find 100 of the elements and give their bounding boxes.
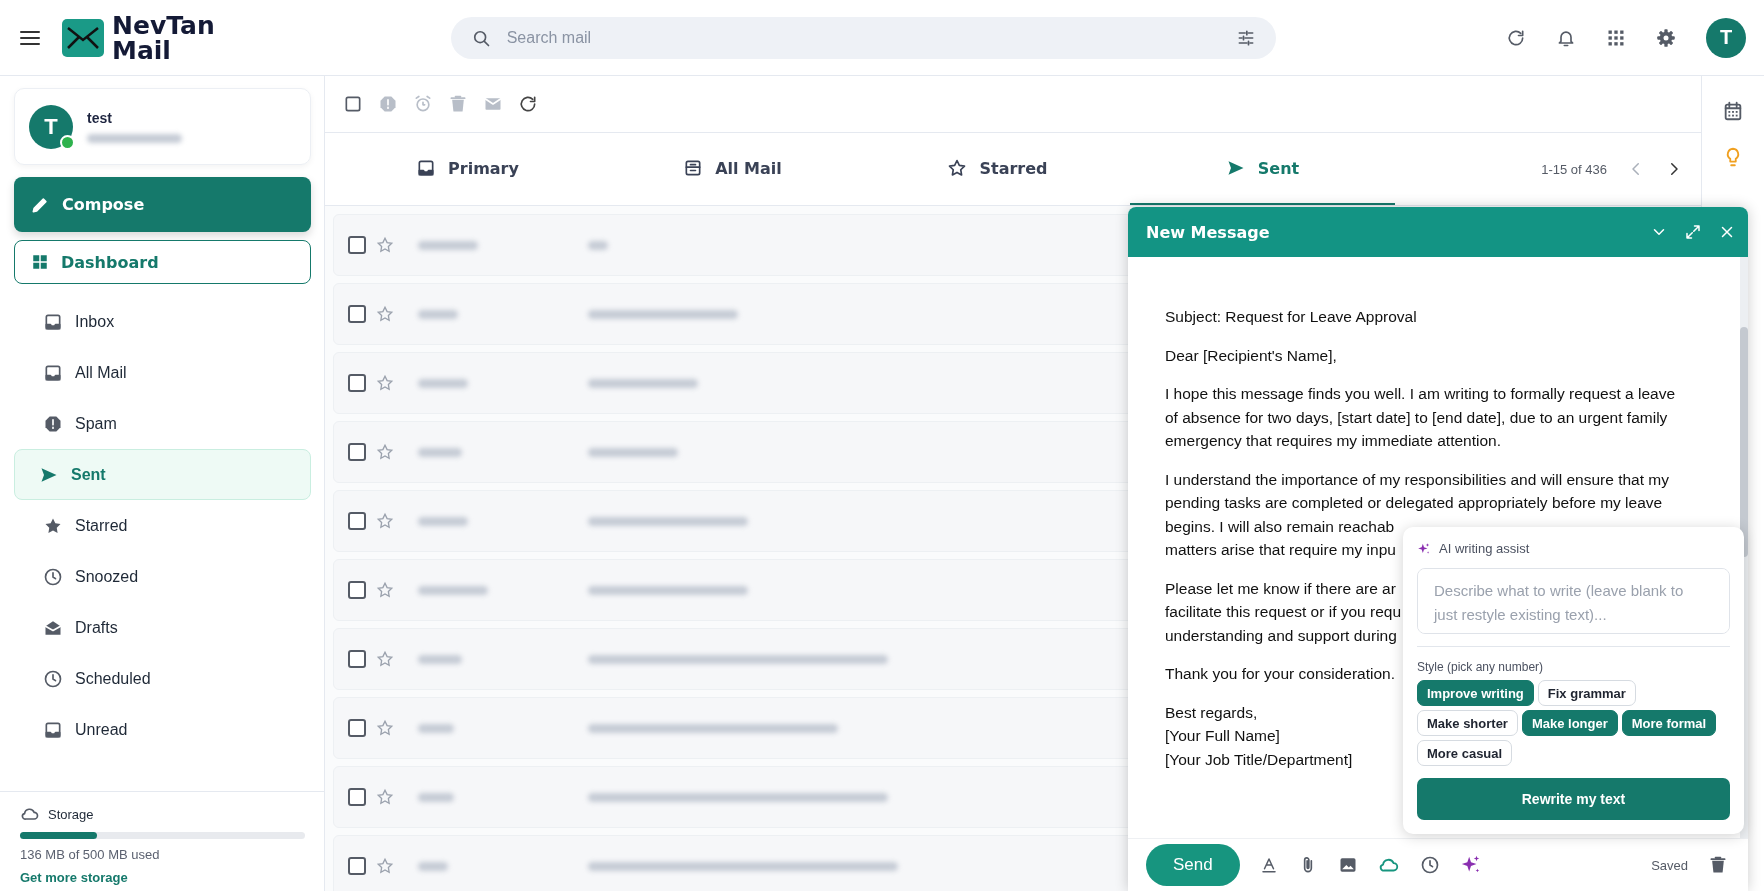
message-text: begins. I will also remain reachab [1165,516,1395,537]
storage-link[interactable]: Get more storage [20,870,304,885]
checkbox-icon[interactable] [343,94,363,114]
sidebar-item[interactable]: Scheduled [14,653,311,704]
storage-title: Storage [48,806,94,822]
sidebar-item[interactable]: Spam [14,398,311,449]
checkbox[interactable] [348,443,366,461]
grid-icon [31,253,49,271]
style-chip[interactable]: Fix grammar [1537,680,1636,706]
rewrite-button[interactable]: Rewrite my text [1417,778,1730,820]
checkbox[interactable] [348,857,366,875]
checkbox[interactable] [348,650,366,668]
star-icon[interactable] [376,719,394,737]
expand-icon[interactable] [1684,223,1702,241]
star-icon[interactable] [376,650,394,668]
archive-icon [683,158,704,178]
message-text: facilitate this request or if you requ [1165,602,1402,622]
search-bar[interactable]: Search mail [450,16,1276,59]
checkbox[interactable] [348,305,366,323]
message-text: emergency that requires my immediate attention. [1165,431,1501,451]
message-text: of absence for two days, [start date] to [end date], due to an urgent family [1165,407,1668,428]
tab[interactable]: All Mail [600,133,865,205]
tray-icon [416,158,437,178]
search-field[interactable]: Search mail [504,27,1222,48]
style-chip[interactable]: Improve writing [1417,680,1534,706]
star-icon[interactable] [376,512,394,530]
sidebar-item[interactable]: Unread [14,704,311,755]
brand-name: NevTan [112,12,215,38]
storage-usage: 136 MB of 500 MB used [20,847,161,862]
prompt-field[interactable]: Describe what to write (leave blank to just restyle existing text)... [1417,568,1730,634]
star-icon[interactable] [376,305,394,323]
tab[interactable]: Primary [335,133,600,205]
tab[interactable]: Starred [865,133,1130,205]
style-chip[interactable]: Make longer [1521,710,1618,736]
message-text: Dear [Recipient's Name], [1165,345,1337,366]
clock-icon[interactable] [1419,855,1440,875]
blurred-sender [418,585,488,595]
clock-icon [43,566,63,587]
message-text: I hope this message finds you well. I am writing to formally request a leave [1165,384,1676,404]
message-text: [Your Full Name] [1165,726,1280,746]
blurred-sender [418,378,468,388]
sidebar-item[interactable]: Inbox [14,296,311,347]
style-label: Style (pick any number) [1417,660,1545,674]
account-name: test [87,110,113,126]
message-text: I understand the importance of my responsibilities and will ensure that my [1165,469,1669,490]
style-chip[interactable]: More formal [1621,710,1717,736]
scrollbar[interactable] [1740,327,1748,557]
message-text: Please let me know if there are ar [1165,578,1396,599]
style-chip[interactable]: Make shorter [1417,710,1518,736]
message-text: pending tasks are completed or delegated appropriately before my leave [1165,493,1663,513]
sidebar-item[interactable]: All Mail [14,347,311,398]
sparkle-icon [1417,541,1431,556]
star-icon[interactable] [376,443,394,461]
blurred-sender [418,447,462,457]
checkbox[interactable] [348,374,366,392]
blurred-sender [418,792,454,802]
text-format-icon[interactable] [1259,856,1278,874]
envelope-logo-icon [62,18,104,57]
compose-title: New Message [1146,222,1270,242]
blurred-sender [418,309,458,319]
sidebar-item[interactable]: Drafts [14,602,311,653]
message-text: understanding and support during [1165,625,1397,646]
avatar-button[interactable]: T [1706,17,1746,58]
pagination-text: 1-15 of 436 [1541,161,1607,177]
brand-name: Mail [112,37,172,63]
blurred-sender [418,861,448,871]
checkbox[interactable] [348,512,366,530]
sidebar-item[interactable]: Sent [14,449,311,500]
style-chip[interactable]: More casual [1417,740,1513,766]
calendar-icon[interactable] [1722,100,1744,122]
ai-assist-title: AI writing assist [1439,541,1530,556]
star-icon[interactable] [376,236,394,254]
message-text: Best regards, [1165,702,1258,723]
compose-button[interactable]: Compose [14,177,311,232]
sidebar-item[interactable]: Snoozed [14,551,311,602]
blurred-sender [418,516,468,526]
trash-icon[interactable] [1708,855,1728,875]
message-text: Thank you for your consideration. [1165,664,1396,684]
refresh-icon[interactable] [518,94,538,114]
clock-icon [43,668,63,689]
checkbox[interactable] [348,236,366,254]
star-icon[interactable] [376,374,394,392]
settings-icon[interactable] [1656,27,1676,48]
save-status: Saved [1651,857,1688,873]
star-icon[interactable] [376,788,394,806]
blurred-subject [588,240,608,250]
send-button[interactable]: Send [1146,844,1240,886]
star-icon[interactable] [376,857,394,875]
checkbox[interactable] [348,788,366,806]
message-text: Subject: Request for Leave Approval [1165,307,1417,327]
star-icon[interactable] [376,581,394,599]
tab[interactable]: Sent [1130,133,1395,205]
blurred-sender [418,654,462,664]
message-text: [Your Job Title/Department] [1165,749,1353,770]
blurred-sender [418,723,454,733]
checkbox[interactable] [348,581,366,599]
dashboard-button[interactable]: Dashboard [14,240,311,284]
checkbox[interactable] [348,719,366,737]
sidebar-item[interactable]: Starred [14,500,311,551]
message-text: matters arise that require my inpu [1165,540,1396,560]
